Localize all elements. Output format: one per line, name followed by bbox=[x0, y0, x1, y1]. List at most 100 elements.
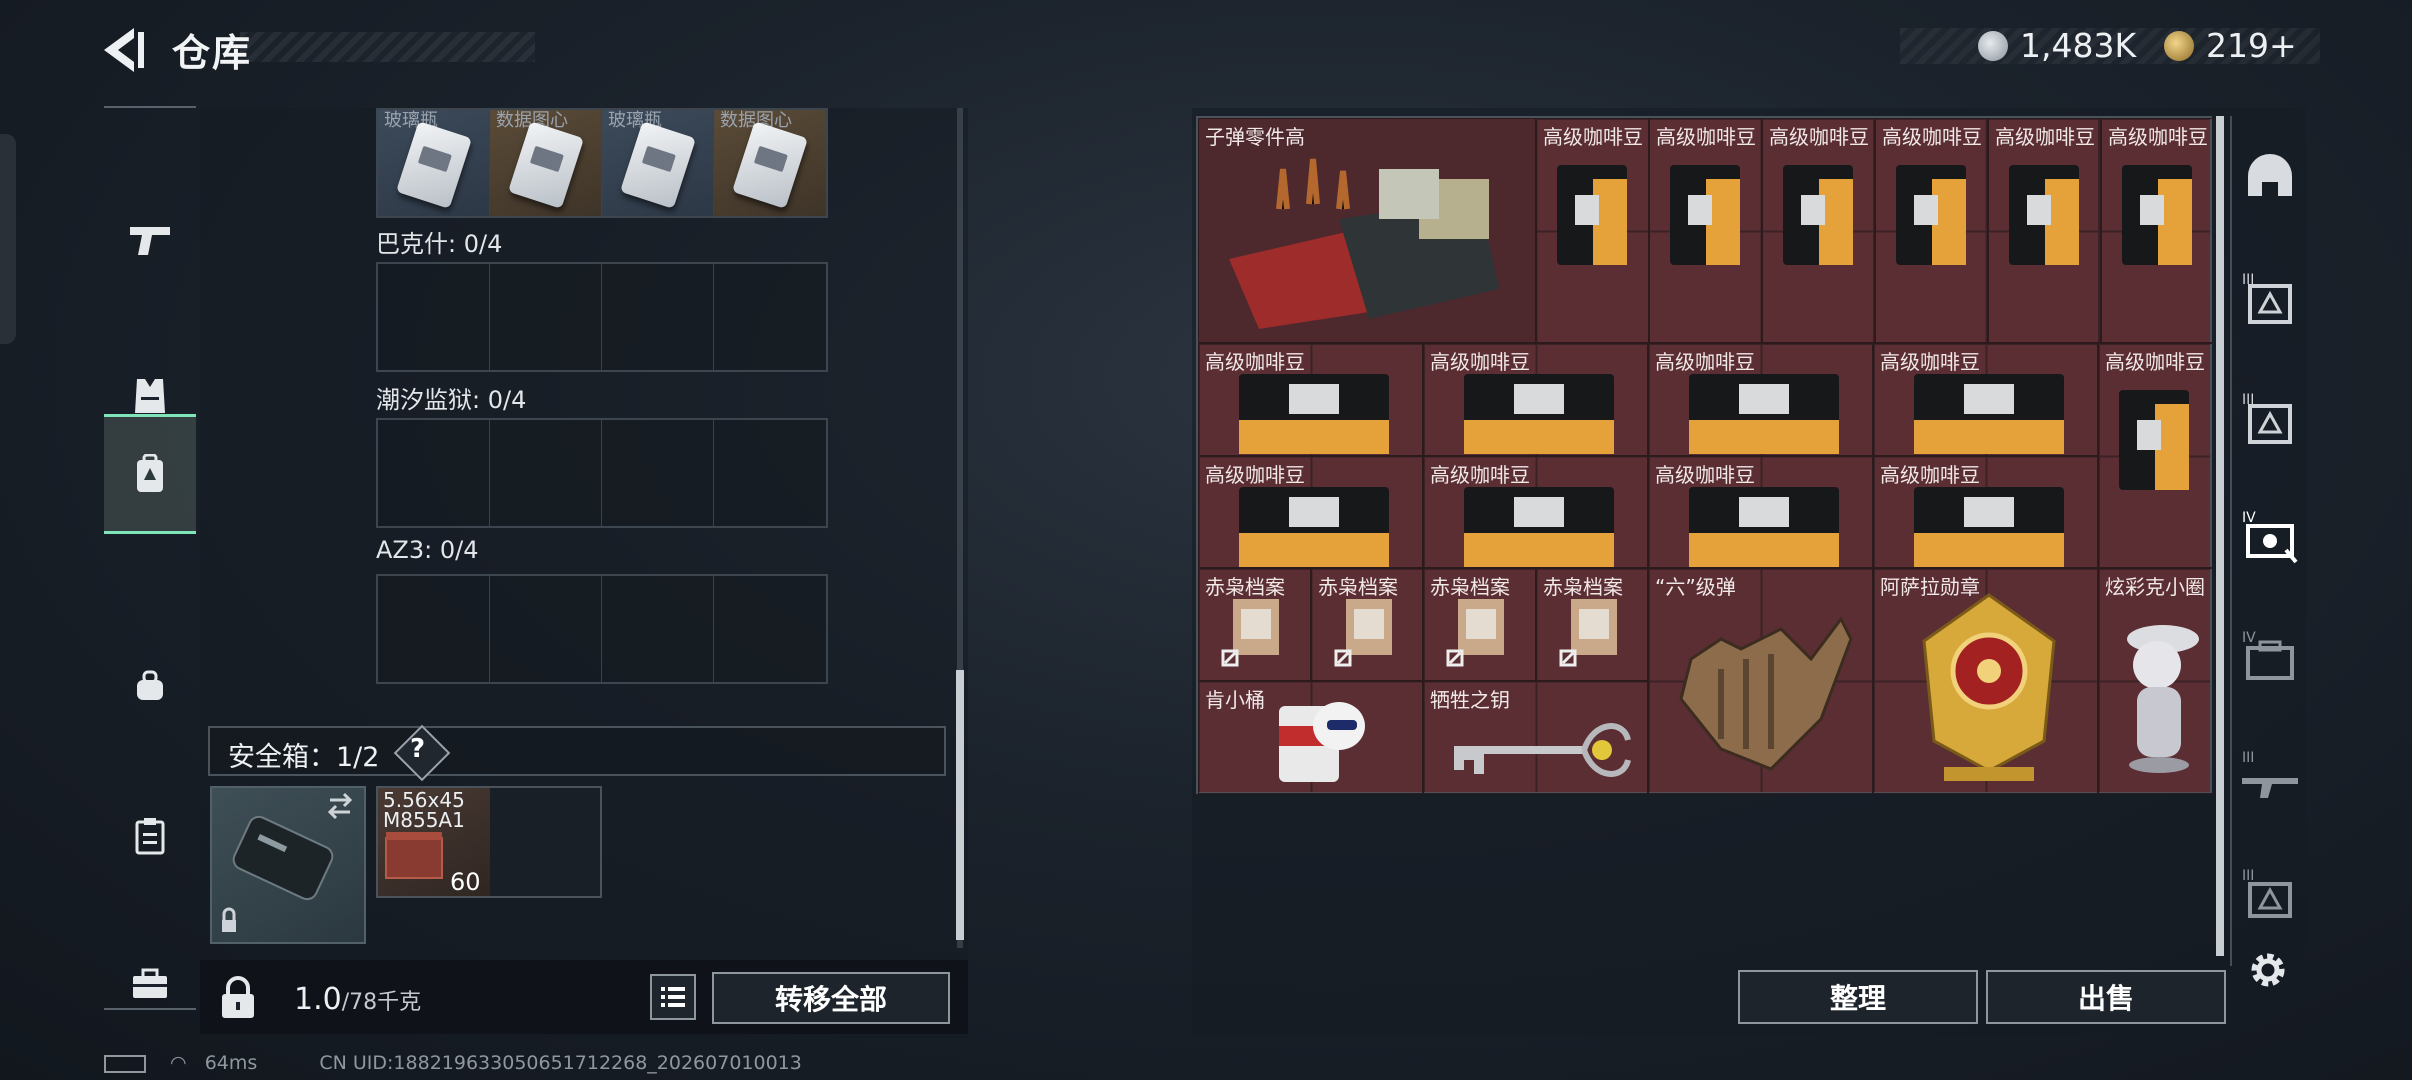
empty-slot[interactable] bbox=[490, 264, 602, 370]
silver-currency-value: 1,483K bbox=[2020, 26, 2137, 65]
coffee-bag-icon bbox=[1464, 374, 1614, 454]
stash-item-coffee[interactable]: 高级咖啡豆 bbox=[1875, 118, 1988, 343]
empty-slot[interactable] bbox=[378, 576, 490, 682]
keycard-icon bbox=[619, 121, 697, 209]
item-name: 高级咖啡豆 bbox=[1882, 125, 1982, 149]
collection-row-top: 玻璃瓶 数据图心 玻璃瓶 数据图心 bbox=[376, 108, 828, 218]
stash-item-dossier[interactable]: 赤枭档案 bbox=[1311, 568, 1423, 681]
uid-text: CN UID:18821963305065171226­8_2026070100… bbox=[319, 1052, 802, 1074]
keycard-icon bbox=[731, 121, 809, 209]
empty-slot[interactable] bbox=[490, 576, 602, 682]
bucket-mascot-icon bbox=[1279, 702, 1365, 782]
rifle-tier3-icon[interactable]: III bbox=[2238, 744, 2302, 808]
stash-item-coffee[interactable]: 高级咖啡豆 bbox=[1423, 343, 1648, 456]
transfer-all-button[interactable]: 转移全部 bbox=[712, 972, 950, 1024]
ammo-name: 5.56x45 M855A1 bbox=[383, 788, 465, 832]
no-insure-icon bbox=[1559, 649, 1577, 667]
case-tier4-icon[interactable]: IV bbox=[2238, 624, 2302, 688]
svg-text:IV: IV bbox=[2242, 630, 2256, 646]
battery-icon bbox=[104, 1054, 146, 1073]
stash-item-coffee[interactable]: 高级咖啡豆 bbox=[1873, 456, 2098, 568]
stash-item-coffee[interactable]: 高级咖啡豆 bbox=[2098, 343, 2214, 568]
stash-item-bucket-mascot[interactable]: 肯小桶 bbox=[1198, 681, 1423, 794]
nav-tasks[interactable] bbox=[104, 776, 196, 896]
help-icon[interactable]: ? bbox=[410, 734, 425, 764]
svg-text:III: III bbox=[2242, 868, 2254, 884]
gold-currency-amount: 219 bbox=[2206, 26, 2269, 65]
empty-slot[interactable] bbox=[714, 576, 826, 682]
right-equipment-nav: III III IV IV III III bbox=[2230, 116, 2306, 966]
item-name: 高级咖啡豆 bbox=[1995, 125, 2095, 149]
dossier-icon bbox=[1559, 599, 1617, 667]
back-arrow-icon[interactable] bbox=[100, 24, 148, 76]
zone-label-az3: AZ3: 0/4 bbox=[376, 536, 479, 564]
keycard-icon bbox=[395, 121, 473, 209]
collection-slot[interactable]: 玻璃瓶 bbox=[602, 110, 714, 216]
empty-slot[interactable] bbox=[714, 420, 826, 526]
sell-button[interactable]: 出售 bbox=[1986, 970, 2226, 1024]
coffee-bag-icon bbox=[1783, 165, 1853, 265]
collection-slot[interactable]: 数据图心 bbox=[714, 110, 826, 216]
medal-icon bbox=[1922, 593, 2056, 781]
stash-item-coffee[interactable]: 高级咖啡豆 bbox=[1536, 118, 1649, 343]
empty-slot[interactable] bbox=[714, 264, 826, 370]
stash-item-coffee[interactable]: 高级咖啡豆 bbox=[1648, 456, 1873, 568]
stash-item-coffee[interactable]: 高级咖啡豆 bbox=[1649, 118, 1762, 343]
safe-box-container[interactable] bbox=[210, 786, 366, 944]
stash-item-coffee[interactable]: 高级咖啡豆 bbox=[1762, 118, 1875, 343]
nav-bag[interactable] bbox=[104, 626, 196, 746]
collection-slot[interactable]: 玻璃瓶 bbox=[378, 110, 490, 216]
helmet-icon[interactable] bbox=[2238, 146, 2302, 210]
settings-gear-icon[interactable] bbox=[2246, 948, 2290, 992]
stash-item-coffee[interactable]: 高级咖啡豆 bbox=[1198, 343, 1423, 456]
key-icon bbox=[1454, 723, 1631, 777]
stash-item-coffee[interactable]: 高级咖啡豆 bbox=[1423, 456, 1648, 568]
nav-backpack-secure[interactable] bbox=[104, 414, 196, 534]
armor-tier3-alt-icon[interactable]: III bbox=[2238, 386, 2302, 450]
armor-tier3-icon[interactable]: III bbox=[2238, 266, 2302, 330]
stash-item-coffee[interactable]: 高级咖啡豆 bbox=[1873, 343, 2098, 456]
stash-item-dossier[interactable]: 赤枭档案 bbox=[1423, 568, 1536, 681]
stash-item-key[interactable]: 牺牲之钥 bbox=[1423, 681, 1648, 794]
list-view-button[interactable] bbox=[650, 974, 696, 1020]
sort-button[interactable]: 整理 bbox=[1738, 970, 1978, 1024]
empty-slot[interactable] bbox=[490, 420, 602, 526]
stash-item-coffee[interactable]: 高级咖啡豆 bbox=[2101, 118, 2214, 343]
stash-item-figurine[interactable]: 炫彩克小圈 bbox=[2098, 568, 2214, 794]
zone-label-tidal-prison: 潮汐监狱: 0/4 bbox=[376, 386, 527, 414]
vest-icon bbox=[135, 379, 165, 413]
side-drawer-handle[interactable] bbox=[0, 134, 16, 344]
gold-currency-value[interactable]: 219+ bbox=[2206, 26, 2297, 65]
stash-item-medal[interactable]: 阿萨拉勋章 bbox=[1873, 568, 2098, 794]
stash-item-coffee[interactable]: 高级咖啡豆 bbox=[1648, 343, 1873, 456]
stash-item-parts-crate[interactable]: 子弹零件高 bbox=[1198, 118, 1536, 343]
case-tier3-icon[interactable]: III bbox=[2238, 862, 2302, 926]
nav-toolbox[interactable] bbox=[104, 924, 196, 1044]
empty-slot[interactable] bbox=[602, 264, 714, 370]
clipboard-icon bbox=[135, 818, 165, 855]
empty-slot[interactable] bbox=[378, 264, 490, 370]
stash-item-coffee[interactable]: 高级咖啡豆 bbox=[1988, 118, 2101, 343]
empty-slot[interactable] bbox=[378, 420, 490, 526]
gold-currency-add[interactable]: + bbox=[2269, 26, 2297, 65]
dossier-icon bbox=[1334, 599, 1392, 667]
stash-scrollbar-thumb[interactable] bbox=[2216, 116, 2224, 956]
coffee-bag-icon bbox=[1557, 165, 1627, 265]
stash-item-dossier[interactable]: 赤枭档案 bbox=[1198, 568, 1311, 681]
nav-weapons[interactable] bbox=[104, 180, 196, 300]
stash-grid: 子弹零件高 高级咖啡豆 高级咖啡豆 高级咖啡豆 高级咖啡豆 高级咖啡豆 高级咖啡… bbox=[1196, 116, 2214, 794]
item-name: 子弹零件高 bbox=[1205, 125, 1305, 149]
silver-coin-icon bbox=[1978, 31, 2008, 61]
stash-item-six-bullet[interactable]: “六”级弹 bbox=[1648, 568, 1873, 794]
safe-case-icon bbox=[222, 792, 353, 932]
collection-slot[interactable]: 数据图心 bbox=[490, 110, 602, 216]
stash-item-coffee[interactable]: 高级咖啡豆 bbox=[1198, 456, 1423, 568]
stash-item-dossier[interactable]: 赤枭档案 bbox=[1536, 568, 1648, 681]
svg-text:III: III bbox=[2242, 750, 2254, 766]
toolbox-icon bbox=[133, 968, 167, 998]
empty-slot[interactable] bbox=[602, 420, 714, 526]
armor-tier4-icon[interactable]: IV bbox=[2238, 504, 2302, 568]
collection-scrollbar-thumb[interactable] bbox=[956, 670, 964, 940]
no-insure-icon bbox=[1221, 649, 1239, 667]
empty-slot[interactable] bbox=[602, 576, 714, 682]
